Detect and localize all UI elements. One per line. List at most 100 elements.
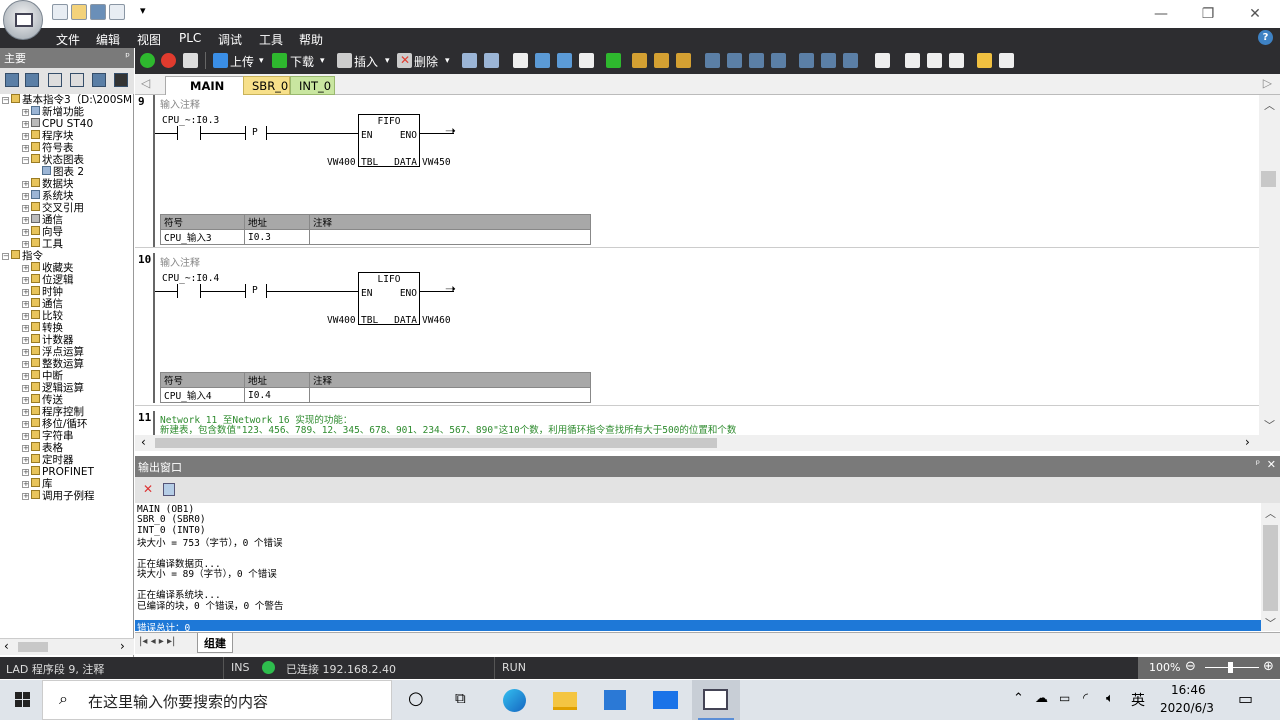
tree-item[interactable]: + 定时器 (22, 454, 74, 466)
toolbar-icon[interactable] (749, 53, 764, 68)
view-icon[interactable] (25, 73, 39, 87)
clear-icon[interactable]: ✕ (143, 482, 153, 496)
horizontal-scrollbar[interactable]: ‹ › (135, 435, 1280, 451)
view-icon[interactable] (5, 73, 19, 87)
expand-toggle-icon[interactable]: + (22, 205, 29, 212)
tree-item[interactable]: − 指令 (2, 250, 43, 262)
expand-toggle-icon[interactable]: + (22, 373, 29, 380)
scroll-left-icon[interactable]: ‹ (4, 639, 9, 653)
scroll-thumb[interactable] (1263, 525, 1278, 611)
tree-item[interactable]: + 转换 (22, 322, 63, 334)
tree-item[interactable]: + 程序控制 (22, 406, 84, 418)
tree-item[interactable]: + 数据块 (22, 178, 74, 190)
view-icon[interactable] (92, 73, 106, 87)
expand-toggle-icon[interactable]: + (22, 349, 29, 356)
output-scrollbar[interactable]: ︿ ﹀ (1261, 503, 1280, 631)
expand-toggle-icon[interactable]: + (22, 217, 29, 224)
toolbar-icon[interactable] (949, 53, 964, 68)
toolbar-icon[interactable] (999, 53, 1014, 68)
tab-sbr0[interactable]: SBR_0 (243, 76, 290, 95)
toolbar-icon[interactable] (771, 53, 786, 68)
scroll-down-icon[interactable]: ﹀ (1264, 417, 1275, 433)
scroll-right-icon[interactable]: › (120, 639, 125, 653)
toolbar-icon[interactable] (821, 53, 836, 68)
delete-icon[interactable]: ✕ (397, 53, 412, 68)
expand-toggle-icon[interactable]: − (2, 97, 9, 104)
expand-toggle-icon[interactable]: + (22, 469, 29, 476)
battery-icon[interactable]: ▭ (1059, 691, 1070, 705)
toolbar-icon[interactable] (654, 53, 669, 68)
expand-toggle-icon[interactable]: + (22, 457, 29, 464)
toolbar-icon[interactable] (705, 53, 720, 68)
tab-int0[interactable]: INT_0 (290, 76, 335, 95)
toolbar-icon[interactable] (927, 53, 942, 68)
run-icon[interactable] (140, 53, 155, 68)
print-icon[interactable] (109, 4, 125, 20)
tab-nav-icons[interactable]: |◂ ◂ ▸ ▸| (139, 636, 175, 647)
data-operand[interactable]: VW450 (422, 157, 451, 168)
download-icon[interactable] (272, 53, 287, 68)
delete-button[interactable]: 删除 (414, 53, 438, 70)
upload-icon[interactable] (213, 53, 228, 68)
pin-icon[interactable]: ᵖ (125, 50, 130, 63)
expand-toggle-icon[interactable]: + (22, 289, 29, 296)
expand-toggle-icon[interactable]: + (22, 193, 29, 200)
cortana-icon[interactable]: ○ (408, 688, 424, 709)
expand-toggle-icon[interactable]: + (22, 433, 29, 440)
tree-item[interactable]: + 位逻辑 (22, 274, 74, 286)
tree-item[interactable]: + 通信 (22, 298, 63, 310)
expand-toggle-icon[interactable]: + (22, 397, 29, 404)
show-hidden-icons[interactable]: ⌃ (1013, 691, 1024, 706)
tabs-right-icon[interactable]: ▷ (1263, 76, 1272, 90)
tree-item[interactable]: + 库 (22, 478, 53, 490)
zoom-in-icon[interactable]: ⊕ (1263, 659, 1274, 674)
taskbar-search-box[interactable]: ⌕ 在这里输入你要搜索的内容 (42, 680, 392, 720)
copy-icon[interactable] (163, 483, 175, 496)
menu-edit[interactable]: 编辑 (96, 31, 120, 48)
wifi-icon[interactable]: ◜ (1083, 691, 1088, 706)
zoom-out-icon[interactable]: ⊖ (1185, 659, 1196, 674)
tree-item[interactable]: + CPU ST40 (22, 118, 93, 130)
scroll-left-icon[interactable]: ‹ (141, 435, 146, 449)
data-operand[interactable]: VW460 (422, 315, 451, 326)
menu-file[interactable]: 文件 (56, 31, 80, 48)
expand-toggle-icon[interactable]: + (22, 301, 29, 308)
tree-item[interactable]: + 中断 (22, 370, 63, 382)
tree-item[interactable]: + 系统块 (22, 190, 74, 202)
expand-toggle-icon[interactable]: − (22, 157, 29, 164)
scroll-up-icon[interactable]: ︿ (1264, 97, 1275, 113)
tree-item[interactable]: + 调用子例程 (22, 490, 95, 502)
save-icon[interactable] (90, 4, 106, 20)
expand-toggle-icon[interactable]: + (22, 145, 29, 152)
toolbar-icon[interactable] (799, 53, 814, 68)
fifo-box[interactable]: FIFO EN ENO TBL DATA (358, 114, 420, 168)
compile-icon[interactable] (183, 53, 198, 68)
network-comment[interactable]: 输入注释 (160, 254, 200, 269)
toolbar-icon[interactable] (535, 53, 550, 68)
step7-taskbar-button[interactable] (692, 680, 740, 720)
insert-button[interactable]: 插入 (354, 53, 378, 70)
scroll-up-icon[interactable]: ︿ (1265, 505, 1276, 521)
ladder-editor[interactable]: 9 输入注释 CPU_~:I0.3 P FIFO EN ENO TBL DATA… (135, 95, 1259, 435)
tree-item[interactable]: + 程序块 (22, 130, 74, 142)
expand-toggle-icon[interactable]: + (22, 133, 29, 140)
menu-plc[interactable]: PLC (179, 31, 201, 45)
clock-time[interactable]: 16:46 (1171, 683, 1206, 697)
toolbar-icon[interactable] (513, 53, 528, 68)
expand-toggle-icon[interactable]: + (22, 421, 29, 428)
expand-toggle-icon[interactable]: + (22, 109, 29, 116)
tabs-left-icon[interactable]: ◁ (141, 76, 150, 90)
menu-help[interactable]: 帮助 (299, 31, 323, 48)
edge-browser-icon[interactable] (503, 689, 526, 712)
toolbar-icon[interactable] (484, 53, 499, 68)
zoom-slider-thumb[interactable] (1228, 662, 1233, 673)
file-explorer-icon[interactable] (553, 692, 577, 710)
new-file-icon[interactable] (52, 4, 68, 20)
tree-item[interactable]: + 逻辑运算 (22, 382, 84, 394)
view-icon[interactable] (48, 73, 62, 87)
scroll-right-icon[interactable]: › (1245, 435, 1250, 449)
tree-item[interactable]: + 工具 (22, 238, 63, 250)
tree-item[interactable]: + 符号表 (22, 142, 74, 154)
expand-toggle-icon[interactable]: + (22, 481, 29, 488)
expand-toggle-icon[interactable]: + (22, 385, 29, 392)
